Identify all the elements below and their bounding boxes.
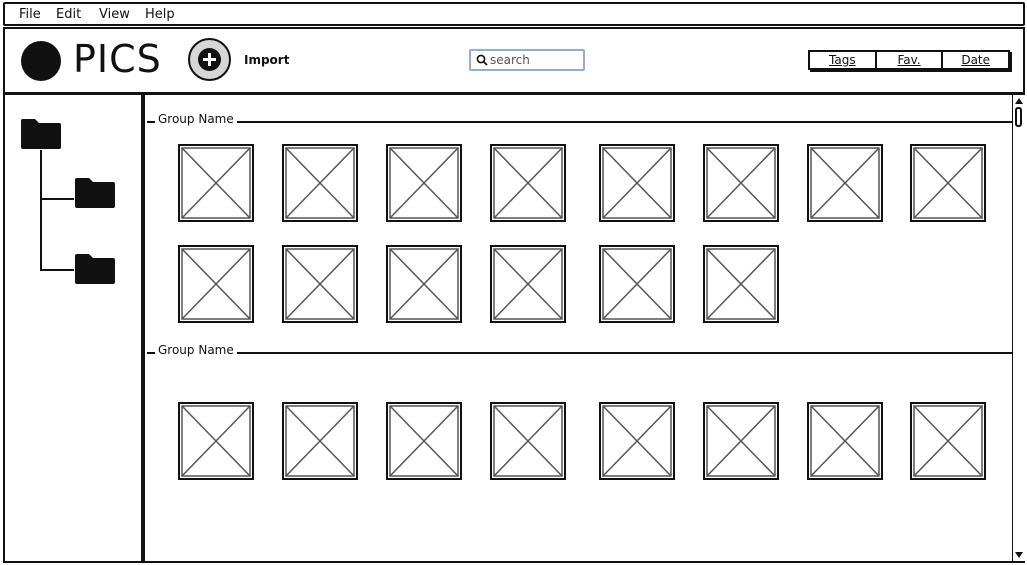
image-placeholder-icon[interactable] [386,402,462,480]
menu-view[interactable]: View [99,7,130,22]
image-placeholder-icon[interactable] [282,245,358,323]
image-placeholder-icon[interactable] [703,245,779,323]
app-title: PICS [73,37,162,81]
image-placeholder-icon[interactable] [599,144,675,222]
image-placeholder-icon[interactable] [490,245,566,323]
search-box[interactable] [469,49,585,71]
photo-grid-panel: Group Name Group Name [143,93,1025,563]
menu-edit[interactable]: Edit [56,7,81,22]
filter-segmented-control: Tags Fav. Date [808,50,1010,70]
image-placeholder-icon[interactable] [282,402,358,480]
group-divider [147,121,1013,123]
scroll-up-arrow-icon[interactable] [1015,98,1023,104]
plus-icon [198,48,221,71]
folder-icon[interactable] [19,117,63,151]
tree-connector [40,198,74,200]
image-placeholder-icon[interactable] [490,402,566,480]
group-name-label[interactable]: Group Name [155,343,237,357]
image-placeholder-icon[interactable] [599,245,675,323]
folder-icon[interactable] [73,252,117,286]
image-placeholder-icon[interactable] [178,144,254,222]
image-placeholder-icon[interactable] [703,144,779,222]
folder-icon[interactable] [73,176,117,210]
toolbar: PICS Import Tags Fav. Date [3,27,1025,94]
app-logo-icon [21,41,61,81]
menu-file[interactable]: File [19,7,41,22]
image-placeholder-icon[interactable] [703,402,779,480]
tree-connector [40,150,42,270]
image-placeholder-icon[interactable] [178,245,254,323]
import-button[interactable] [188,38,231,81]
folder-tree-sidebar [3,93,143,563]
group-name-label[interactable]: Group Name [155,112,237,126]
scroll-down-arrow-icon[interactable] [1015,552,1023,558]
group-divider [147,352,1013,354]
image-placeholder-icon[interactable] [282,144,358,222]
filter-tags-button[interactable]: Tags [810,52,877,68]
filter-date-button[interactable]: Date [943,52,1008,68]
filter-fav-button[interactable]: Fav. [877,52,944,68]
image-placeholder-icon[interactable] [807,144,883,222]
image-placeholder-icon[interactable] [490,144,566,222]
search-icon [476,54,488,66]
tree-connector [40,269,74,271]
scrollbar-thumb[interactable] [1015,107,1022,127]
search-input[interactable] [490,52,580,68]
vertical-scrollbar[interactable] [1012,95,1026,561]
menu-bar: File Edit View Help [3,2,1025,26]
image-placeholder-icon[interactable] [599,402,675,480]
image-placeholder-icon[interactable] [386,245,462,323]
menu-help[interactable]: Help [145,7,175,22]
image-placeholder-icon[interactable] [807,402,883,480]
image-placeholder-icon[interactable] [386,144,462,222]
image-placeholder-icon[interactable] [178,402,254,480]
image-placeholder-icon[interactable] [910,144,986,222]
image-placeholder-icon[interactable] [910,402,986,480]
import-label[interactable]: Import [244,53,289,67]
